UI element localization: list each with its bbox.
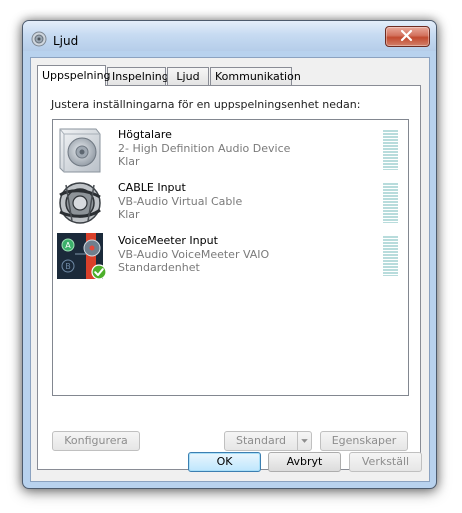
check-icon (91, 264, 107, 280)
svg-text:A: A (65, 241, 71, 250)
title-bar[interactable]: Ljud (23, 21, 436, 51)
device-status: Klar (118, 208, 140, 221)
volume-meter (383, 130, 398, 170)
volume-meter (383, 183, 398, 223)
tab-inspelning[interactable]: Inspelning (107, 67, 169, 85)
tab-ljud[interactable]: Ljud (167, 67, 209, 85)
device-name: CABLE Input (118, 181, 186, 194)
device-list[interactable]: Högtalare 2- High Definition Audio Devic… (52, 119, 409, 396)
window-title: Ljud (53, 34, 79, 48)
tab-uppspelning[interactable]: Uppspelning (37, 65, 111, 86)
playback-panel: Justera inställningarna för en uppspelni… (37, 85, 421, 470)
tab-kommunikation[interactable]: Kommunikation (210, 67, 301, 85)
speaker-icon (59, 128, 101, 173)
device-name: Högtalare (118, 128, 172, 141)
sound-dialog: Ljud Uppspelning Inspelning Ljud Kommuni… (22, 20, 437, 489)
chevron-down-icon (301, 439, 308, 443)
configure-button[interactable]: Konfigurera (52, 431, 140, 451)
cancel-button[interactable]: Avbryt (268, 452, 341, 472)
volume-meter (383, 236, 398, 276)
set-default-dropdown[interactable] (297, 432, 311, 450)
speaker-app-icon (31, 31, 47, 47)
set-default-label: Standard (235, 434, 287, 447)
device-status: Standardenhet (118, 261, 200, 274)
ok-button[interactable]: OK (188, 452, 261, 472)
device-name: VoiceMeeter Input (118, 234, 218, 247)
svg-text:B: B (65, 262, 71, 271)
client-area: Uppspelning Inspelning Ljud Kommunikatio… (30, 57, 430, 482)
list-item[interactable]: A B VoiceMeeter Input VB-Audio VoiceMeet… (53, 230, 408, 282)
device-status: Klar (118, 155, 140, 168)
device-description: VB-Audio VoiceMeeter VAIO (118, 248, 270, 261)
device-description: VB-Audio Virtual Cable (118, 195, 243, 208)
list-item[interactable]: Högtalare 2- High Definition Audio Devic… (53, 124, 408, 176)
instruction-text: Justera inställningarna för en uppspelni… (51, 98, 361, 111)
list-item[interactable]: CABLE Input VB-Audio Virtual Cable Klar (53, 177, 408, 229)
apply-button[interactable]: Verkställ (349, 452, 422, 472)
set-default-button[interactable]: Standard (224, 431, 312, 451)
device-description: 2- High Definition Audio Device (118, 142, 291, 155)
close-icon (400, 29, 413, 42)
close-button[interactable] (385, 26, 430, 47)
cable-speaker-icon (57, 180, 103, 226)
properties-button[interactable]: Egenskaper (320, 431, 408, 451)
